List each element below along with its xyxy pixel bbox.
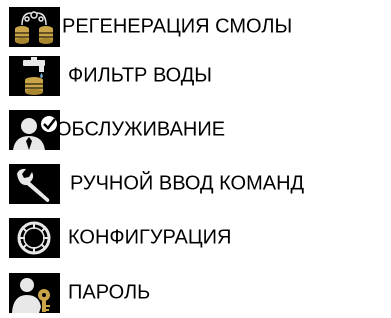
gear-icon xyxy=(9,218,60,258)
menu-item-resin-regeneration[interactable]: РЕГЕНЕРАЦИЯ СМОЛЫ xyxy=(0,2,391,52)
menu-item-label: ОБСЛУЖИВАНИЕ xyxy=(56,118,226,141)
menu-item-label: ПАРОЛЬ xyxy=(68,281,151,304)
menu-item-label: КОНФИГУРАЦИЯ xyxy=(68,226,232,249)
menu-item-label: ФИЛЬТР ВОДЫ xyxy=(68,64,212,87)
user-key-icon xyxy=(9,273,60,313)
menu-item-label: РЕГЕНЕРАЦИЯ СМОЛЫ xyxy=(62,15,293,38)
menu-item-label: РУЧНОЙ ВВОД КОМАНД xyxy=(70,172,305,195)
wrench-icon xyxy=(9,164,60,204)
menu-item-configuration[interactable]: КОНФИГУРАЦИЯ xyxy=(0,213,391,263)
menu-item-maintenance[interactable]: ОБСЛУЖИВАНИЕ xyxy=(0,105,391,155)
menu-item-password[interactable]: ПАРОЛЬ xyxy=(0,268,391,318)
maintenance-icon xyxy=(9,110,60,150)
menu-item-manual-command[interactable]: РУЧНОЙ ВВОД КОМАНД xyxy=(0,159,391,209)
menu-item-water-filter[interactable]: ФИЛЬТР ВОДЫ xyxy=(0,51,391,101)
resin-regeneration-icon xyxy=(9,7,60,47)
main-menu: РЕГЕНЕРАЦИЯ СМОЛЫ ФИЛЬТР ВОДЫ ОБСЛУЖИВАН… xyxy=(0,0,391,318)
water-filter-icon xyxy=(9,56,60,96)
